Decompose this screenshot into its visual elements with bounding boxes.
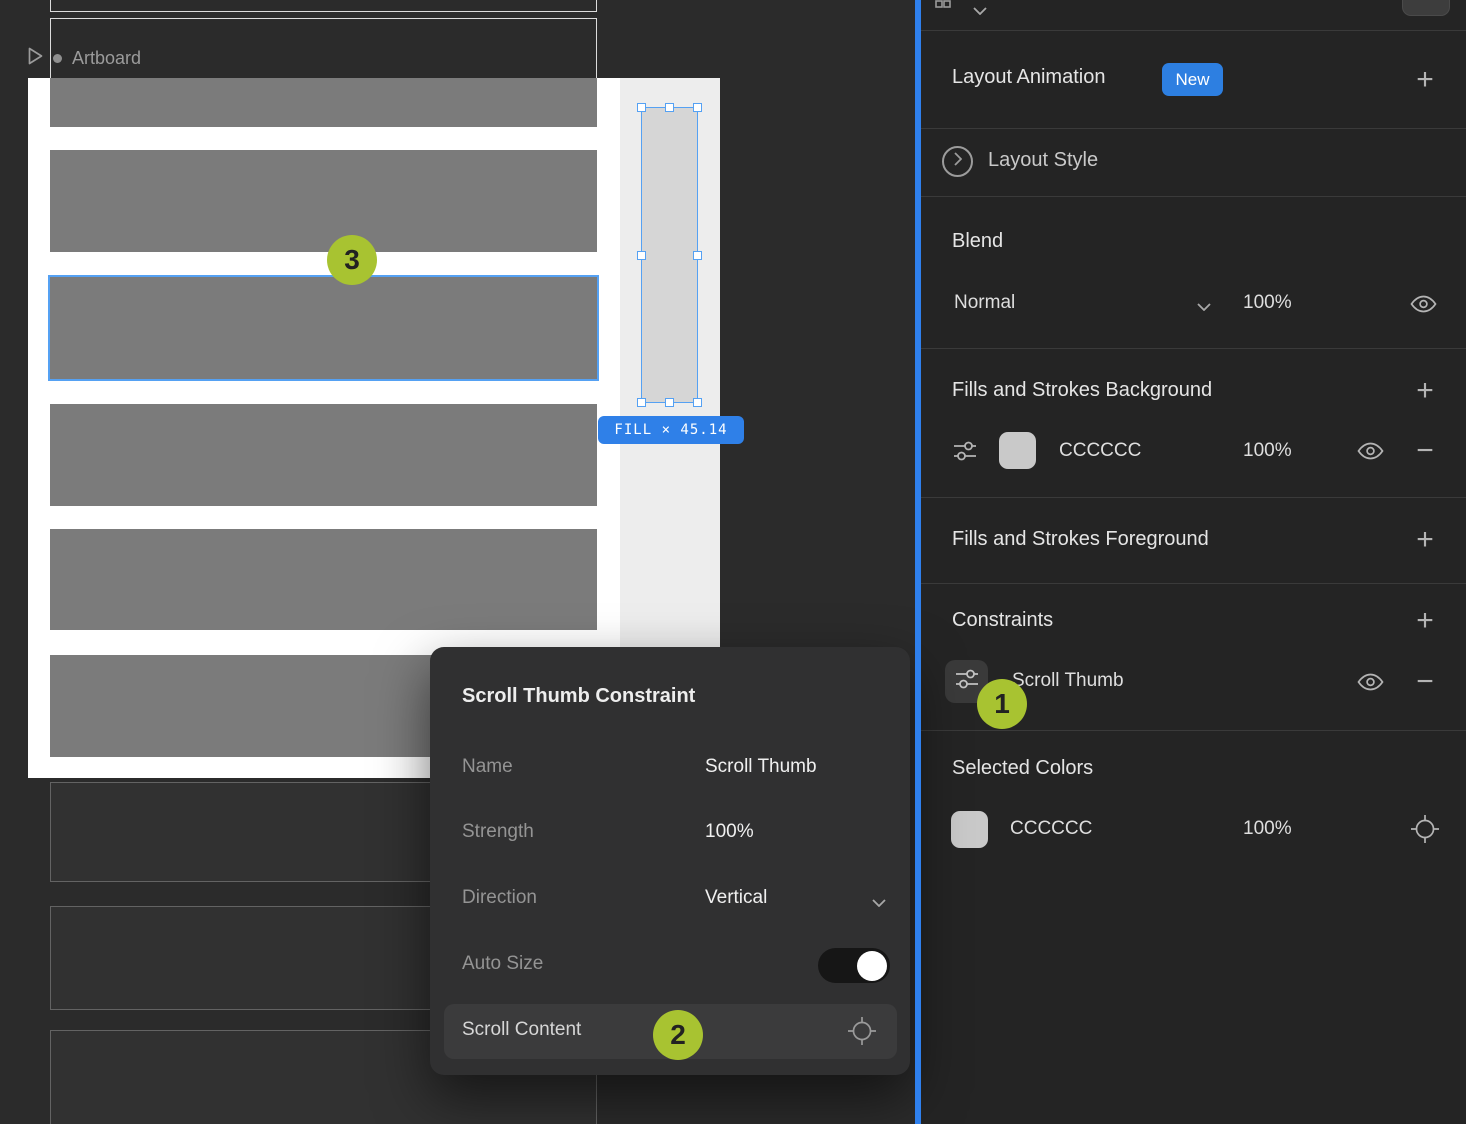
chevron-right-icon	[953, 152, 962, 171]
eye-icon[interactable]	[1357, 673, 1384, 696]
layout-animation-title: Layout Animation	[952, 66, 1106, 88]
section-divider	[921, 348, 1466, 349]
eye-icon[interactable]	[1410, 295, 1437, 318]
dialog-title: Scroll Thumb Constraint	[462, 685, 696, 707]
design-app-window: Artboard 3 FILL × 45.14 Scroll Thumb Con…	[0, 0, 1466, 1124]
fills-foreground-title: Fills and Strokes Foreground	[952, 528, 1209, 550]
section-divider	[921, 196, 1466, 197]
add-background-fill-button[interactable]: +	[1407, 373, 1443, 409]
section-divider	[921, 730, 1466, 731]
background-color-swatch[interactable]	[999, 432, 1036, 469]
list-item-4[interactable]	[50, 404, 597, 506]
list-item-2[interactable]	[50, 150, 597, 252]
annotation-badge-1: 1	[977, 679, 1027, 729]
play-icon	[28, 47, 43, 70]
blend-opacity-field[interactable]: 100%	[1243, 292, 1292, 314]
scroll-thumb-shape[interactable]	[637, 103, 702, 407]
scroll-content-label: Scroll Content	[462, 1019, 582, 1040]
name-value-field[interactable]: Scroll Thumb	[705, 756, 817, 778]
tune-icon	[954, 666, 980, 697]
list-item-1[interactable]	[50, 78, 597, 127]
constraint-item-label[interactable]: Scroll Thumb	[1012, 670, 1124, 692]
constraints-section-title: Constraints	[952, 609, 1054, 631]
resize-handle-top-left[interactable]	[637, 103, 646, 112]
selected-colors-title: Selected Colors	[952, 757, 1094, 779]
auto-size-toggle[interactable]	[818, 948, 890, 983]
fills-background-title: Fills and Strokes Background	[952, 379, 1213, 401]
strength-label: Strength	[462, 821, 534, 842]
annotation-badge-3: 3	[327, 235, 377, 285]
target-picker-icon[interactable]	[847, 1016, 877, 1051]
target-picker-icon[interactable]	[1410, 814, 1440, 849]
eye-icon[interactable]	[1357, 442, 1384, 465]
scroll-thumb-constraint-dialog: Scroll Thumb Constraint Name Scroll Thum…	[430, 647, 910, 1075]
remove-constraint-button[interactable]: −	[1407, 664, 1443, 700]
chevron-down-icon[interactable]	[1197, 298, 1211, 316]
name-label: Name	[462, 756, 513, 777]
chevron-down-icon[interactable]	[973, 2, 987, 20]
tune-icon[interactable]	[952, 438, 978, 469]
add-foreground-fill-button[interactable]: +	[1407, 522, 1443, 558]
direction-dropdown[interactable]: Vertical	[705, 887, 767, 909]
strength-value-field[interactable]: 100%	[705, 821, 754, 843]
add-constraint-button[interactable]: +	[1407, 603, 1443, 639]
background-color-hex-field[interactable]: CCCCCC	[1059, 440, 1141, 462]
auto-size-label: Auto Size	[462, 953, 544, 974]
list-item-outline-offscreen[interactable]	[50, 0, 597, 12]
resize-handle-bottom-center[interactable]	[665, 398, 674, 407]
selected-color-hex-field[interactable]: CCCCCC	[1010, 818, 1092, 840]
inspector-panel: Layout Animation New + Layout Style Blen…	[921, 0, 1466, 1124]
resize-handle-middle-left[interactable]	[637, 250, 646, 260]
layout-style-expand-button[interactable]	[942, 146, 973, 177]
blend-mode-dropdown[interactable]: Normal	[954, 292, 1015, 314]
toggle-knob	[857, 950, 887, 981]
canvas: Artboard 3 FILL × 45.14 Scroll Thumb Con…	[0, 0, 915, 1124]
resize-handle-bottom-left[interactable]	[637, 398, 646, 407]
remove-background-fill-button[interactable]: −	[1407, 433, 1443, 469]
selected-color-swatch[interactable]	[951, 811, 988, 848]
resize-handle-middle-right[interactable]	[693, 250, 702, 260]
section-divider	[921, 497, 1466, 498]
section-divider	[921, 128, 1466, 129]
panel-header-button[interactable]	[1402, 0, 1450, 16]
chevron-down-icon[interactable]	[872, 894, 886, 912]
resize-handle-top-right[interactable]	[693, 103, 702, 112]
blend-section-title: Blend	[952, 230, 1004, 252]
selected-color-opacity-field[interactable]: 100%	[1243, 818, 1292, 840]
add-layout-animation-button[interactable]: +	[1407, 62, 1443, 98]
list-item-5[interactable]	[50, 529, 597, 630]
grid-icon[interactable]	[935, 0, 951, 13]
resize-handle-bottom-right[interactable]	[693, 398, 702, 407]
section-divider	[921, 30, 1466, 31]
layout-style-title[interactable]: Layout Style	[988, 149, 1098, 172]
annotation-badge-2: 2	[653, 1010, 703, 1060]
background-opacity-field[interactable]: 100%	[1243, 440, 1292, 462]
panel-resize-divider[interactable]	[915, 0, 921, 1124]
section-divider	[921, 583, 1466, 584]
list-item-3-selected[interactable]	[48, 275, 599, 381]
resize-handle-top-center[interactable]	[665, 103, 674, 112]
fill-size-tooltip: FILL × 45.14	[598, 416, 744, 444]
new-badge: New	[1162, 63, 1223, 96]
direction-label: Direction	[462, 887, 537, 908]
